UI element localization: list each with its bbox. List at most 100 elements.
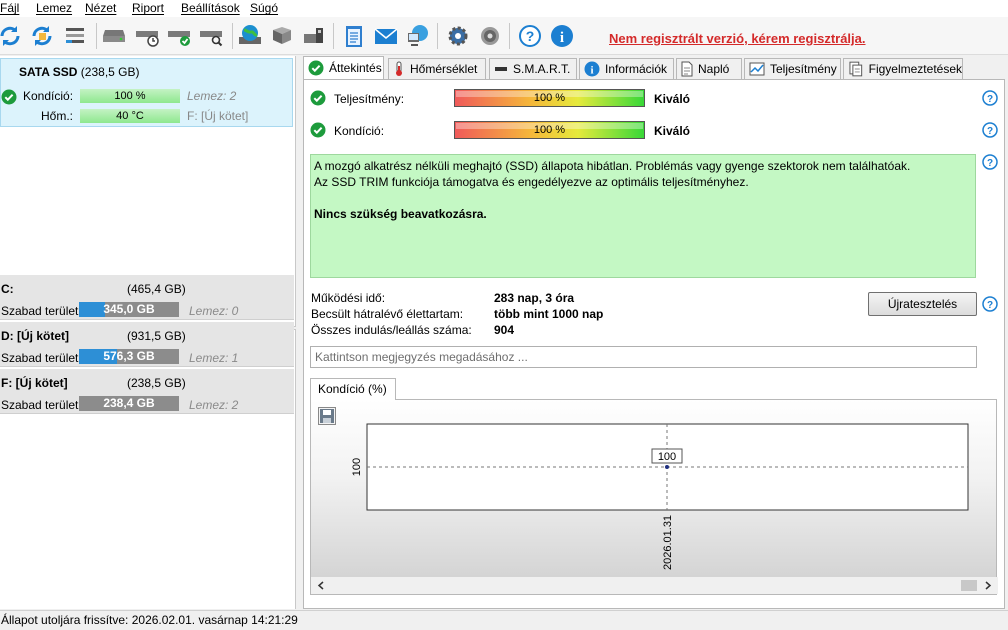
status-message-line: A mozgó alkatrész nélküli meghajtó (SSD)…: [314, 159, 911, 173]
free-space-label: Szabad terület: [1, 398, 79, 412]
svg-text:i: i: [560, 30, 564, 46]
free-space-value: 576,3 GB: [103, 349, 155, 363]
volume-name: D: [Új kötet]: [1, 329, 69, 343]
tab-temperature[interactable]: Hőmérséklet: [388, 58, 486, 79]
disk-list-icon[interactable]: [61, 22, 89, 50]
tab-label: Hőmérséklet: [410, 62, 478, 76]
disk-name: SATA SSD: [19, 65, 78, 79]
document-icon: [681, 61, 693, 77]
globe-icon[interactable]: [236, 22, 264, 50]
tab-warnings[interactable]: Figyelmeztetések: [843, 58, 963, 79]
notepad-icon[interactable]: [340, 22, 368, 50]
svg-text:?: ?: [526, 28, 535, 44]
help-icon[interactable]: ?: [982, 122, 998, 138]
status-message-action: Nincs szükség beavatkozásra.: [314, 207, 487, 221]
volume-name: F: [Új kötet]: [1, 376, 68, 390]
help-icon[interactable]: ?: [516, 22, 544, 50]
tab-label: Információk: [605, 62, 668, 76]
toolbar: ? i Nem regisztrált verzió, kérem regisz…: [0, 17, 1008, 55]
menu-settings[interactable]: Beállítások: [181, 1, 240, 15]
tab-label: Figyelmeztetések: [868, 62, 962, 76]
svg-text:i: i: [590, 65, 593, 77]
menu-disk[interactable]: Lemez: [36, 1, 72, 15]
retest-button[interactable]: Újratesztelés: [868, 292, 977, 316]
check-icon: [310, 122, 326, 138]
free-space-bar: 576,3 GB: [79, 349, 179, 364]
performance-bar: 100 %: [454, 89, 645, 107]
data-point: [665, 465, 669, 469]
thermometer-icon: [396, 61, 402, 76]
info-icon: i: [584, 61, 600, 77]
tab-performance[interactable]: Teljesítmény: [744, 58, 841, 79]
info-icon[interactable]: i: [548, 22, 576, 50]
free-space-label: Szabad terület: [1, 304, 79, 318]
tab-log[interactable]: Napló: [676, 58, 742, 79]
data-label: 100: [658, 451, 676, 463]
health-mini-bar: 100 %: [80, 89, 180, 103]
volume-size: (238,5 GB): [127, 376, 186, 390]
register-link[interactable]: Nem regisztrált verzió, kérem regisztrál…: [609, 31, 866, 46]
usb-drive-icon[interactable]: [300, 22, 328, 50]
menu-help[interactable]: Súgó: [250, 1, 278, 15]
warnings-doc-icon: [849, 61, 863, 77]
lifetime-value: több mint 1000 nap: [494, 307, 604, 321]
health-verdict: Kiváló: [654, 124, 691, 138]
free-space-bar: 238,4 GB: [79, 396, 179, 411]
hdd-icon[interactable]: [101, 22, 129, 50]
comment-input[interactable]: [310, 346, 977, 368]
svg-text:?: ?: [987, 300, 993, 311]
free-space-value: 345,0 GB: [103, 302, 155, 316]
refresh-all-icon[interactable]: [28, 22, 56, 50]
lifetime-label: Becsült hátralévő élettartam:: [311, 307, 464, 321]
temp-mini-bar: 40 °C: [80, 109, 180, 123]
volume-item[interactable]: F: [Új kötet] (238,5 GB) Szabad terület …: [0, 369, 294, 414]
speaker-icon[interactable]: [476, 22, 504, 50]
uptime-value: 283 nap, 3 óra: [494, 291, 575, 305]
free-space-value: 238,4 GB: [103, 396, 155, 410]
mail-icon[interactable]: [372, 22, 400, 50]
volume-size: (465,4 GB): [127, 282, 186, 296]
hdd-check-icon[interactable]: [166, 22, 194, 50]
y-tick-label: 100: [351, 458, 363, 476]
tab-information[interactable]: i Információk: [579, 58, 674, 79]
check-icon: [1, 89, 17, 105]
tab-label: Napló: [698, 62, 730, 76]
volume-item[interactable]: D: [Új kötet] (931,5 GB) Szabad terület …: [0, 322, 294, 367]
temp-label: Hőm.:: [41, 109, 74, 123]
hdd-search-icon[interactable]: [198, 22, 226, 50]
performance-label: Teljesítmény:: [334, 92, 405, 106]
health-label: Kondíció:: [334, 124, 385, 138]
health-chart-panel: 100 100 2026.01.31: [310, 399, 998, 595]
tab-smart[interactable]: S.M.A.R.T.: [489, 58, 577, 79]
temp-volume-label: F: [Új kötet]: [187, 109, 249, 123]
disk-card[interactable]: SATA SSD (238,5 GB) Kondíció: 100 % Leme…: [0, 58, 293, 127]
chart-scrollbar[interactable]: [311, 577, 998, 594]
free-space-bar: 345,0 GB: [79, 302, 179, 317]
hdd-clock-icon[interactable]: [134, 22, 162, 50]
smart-icon: [495, 67, 507, 71]
check-icon: [308, 60, 324, 76]
help-icon[interactable]: ?: [982, 90, 998, 106]
x-tick-label: 2026.01.31: [662, 515, 674, 570]
help-icon[interactable]: ?: [982, 154, 998, 170]
refresh-icon[interactable]: [0, 22, 24, 50]
network-computer-icon[interactable]: [404, 22, 432, 50]
start-stop-label: Összes indulás/leállás száma:: [311, 323, 472, 337]
tab-health-chart[interactable]: Kondíció (%): [310, 378, 396, 400]
health-chart: 100 100 2026.01.31: [351, 423, 969, 570]
volume-item[interactable]: C: (465,4 GB) Szabad terület 345,0 GB Le…: [0, 275, 294, 320]
menu-bar: Fájl Lemez Nézet Riport Beállítások Súgó: [0, 0, 1008, 17]
menu-view[interactable]: Nézet: [85, 1, 116, 15]
disk-size: (238,5 GB): [80, 65, 140, 79]
volume-name: C:: [1, 282, 14, 296]
tab-label: S.M.A.R.T.: [513, 62, 571, 76]
volume-disk-label: Lemez: 2: [189, 398, 239, 412]
gear-icon[interactable]: [444, 22, 472, 50]
help-icon[interactable]: ?: [982, 296, 998, 312]
start-stop-value: 904: [494, 323, 515, 337]
svg-text:?: ?: [987, 94, 993, 105]
network-drive-icon[interactable]: [268, 22, 296, 50]
menu-file[interactable]: Fájl: [0, 1, 19, 15]
tab-overview[interactable]: Áttekintés: [303, 56, 384, 79]
menu-report[interactable]: Riport: [132, 1, 164, 15]
